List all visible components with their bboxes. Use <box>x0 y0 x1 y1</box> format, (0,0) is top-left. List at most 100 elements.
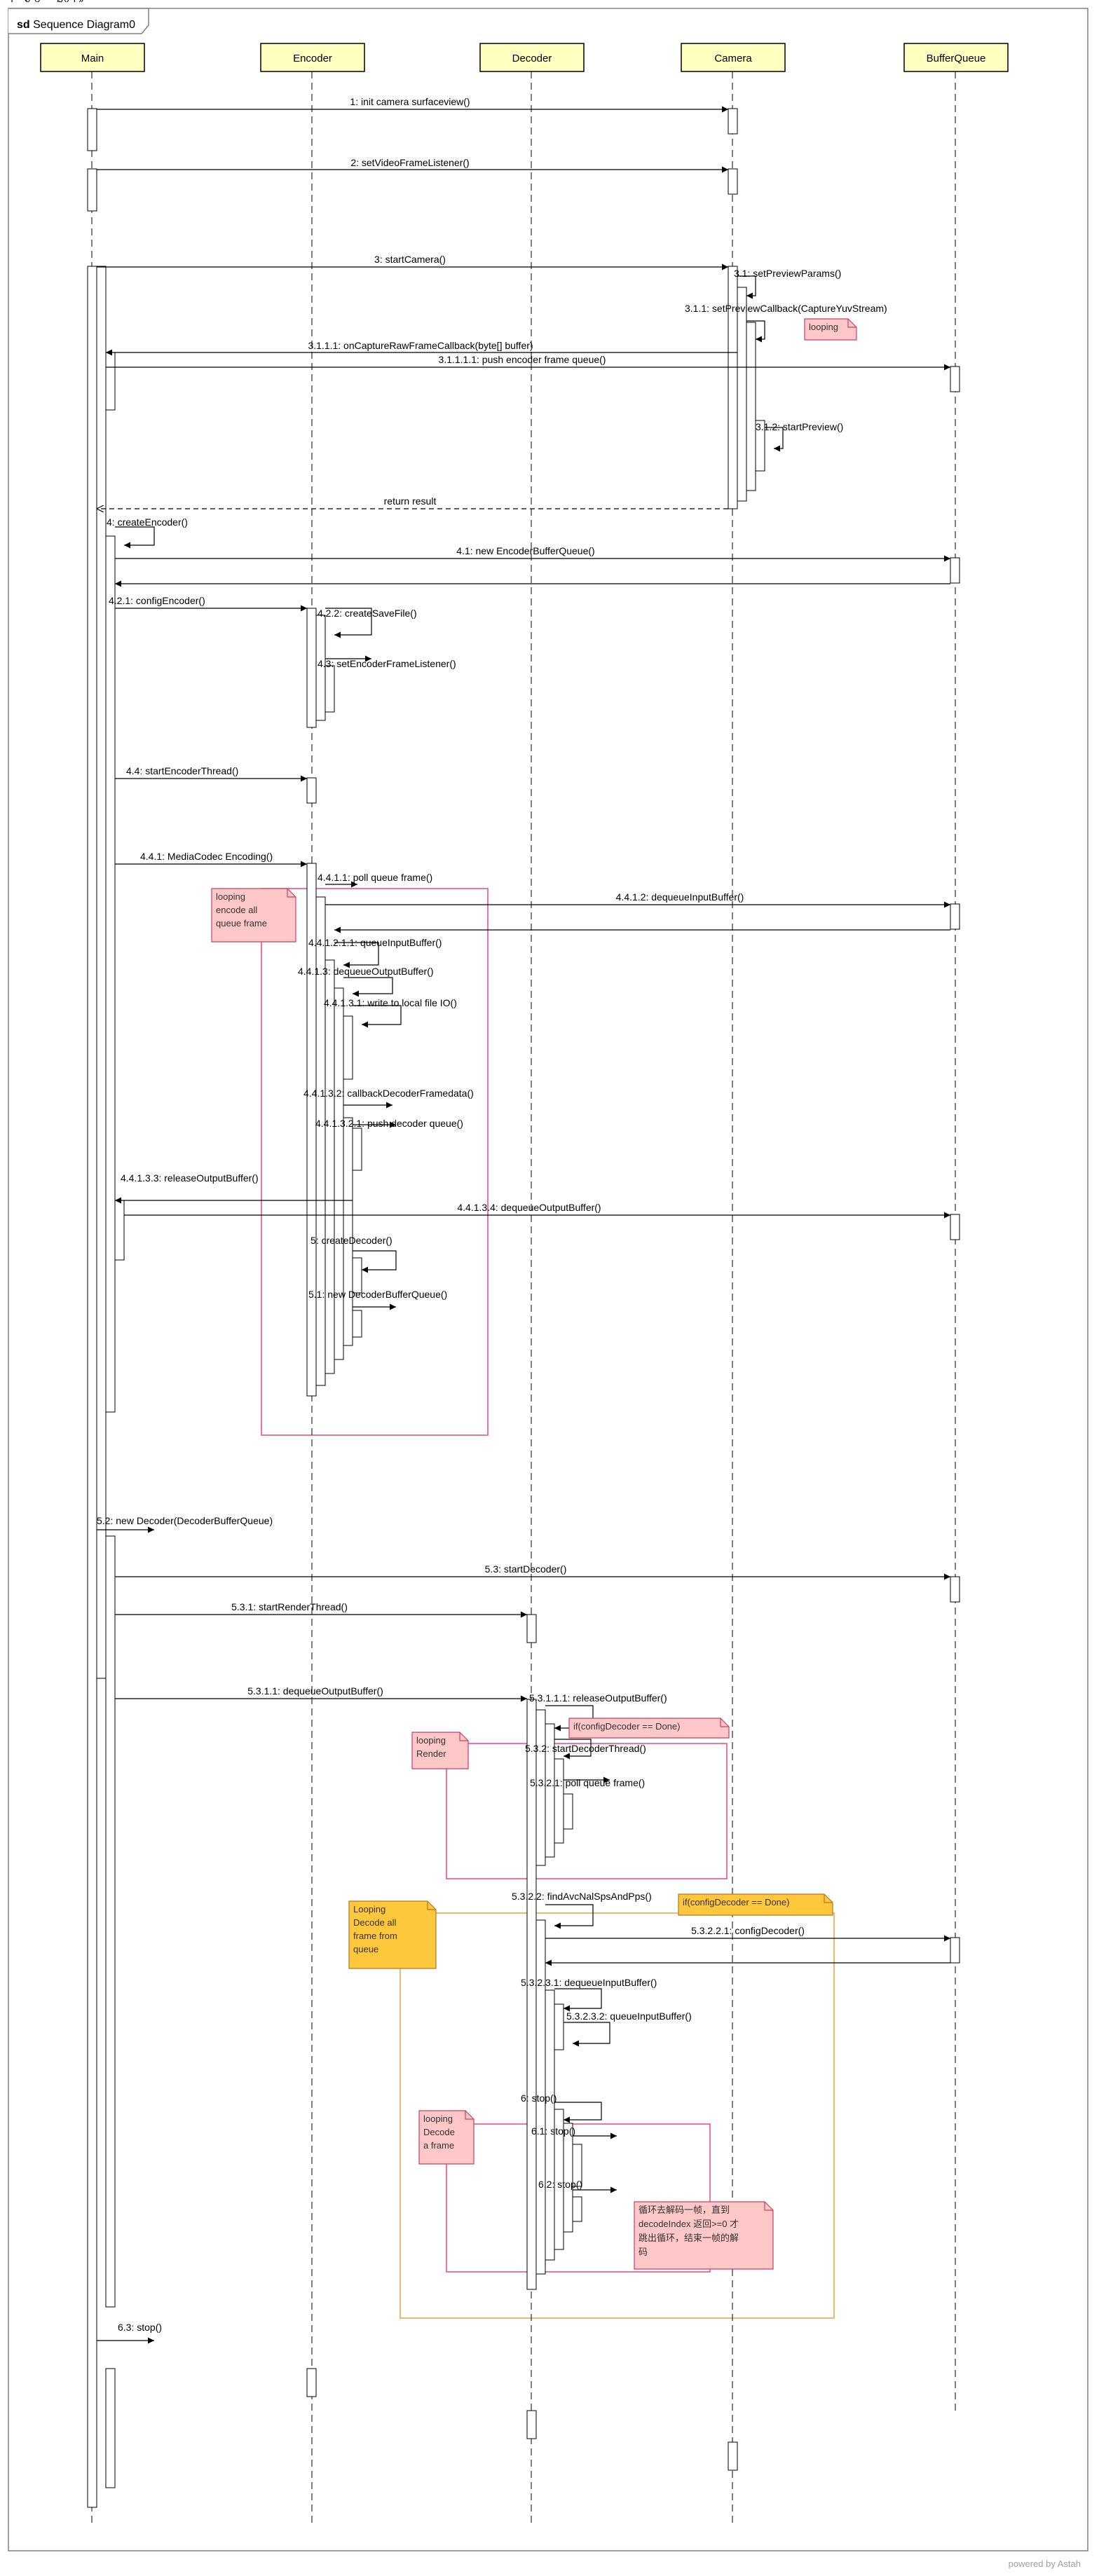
message-label: 5.3.2.2: findAvcNalSpsAndPps() <box>512 1891 652 1902</box>
note-text: frame from <box>353 1931 397 1941</box>
note-cn-comment: 循环去解码一帧，直到 decodeIndex 返回>=0 才跳出循环，结束一帧的解… <box>634 2201 774 2270</box>
message-label: 5.3.2.2.1: configDecoder() <box>691 1925 805 1936</box>
message-return: return result <box>97 495 728 509</box>
message-arrow <box>343 977 393 997</box>
lifeline-main-name: Main <box>81 53 104 64</box>
message-label: 5.3.2.3.1: dequeueInputBuffer() <box>521 1977 657 1988</box>
note-decode-all-loop: Looping Decode all frame from queue <box>348 1900 437 1969</box>
message-call: 4.3: setEncoderFrameListener() <box>318 655 456 669</box>
message-label: 3.1: setPreviewParams() <box>734 268 841 279</box>
message-label: 1: init camera surfaceview() <box>350 96 470 107</box>
message-arrow <box>564 2022 610 2047</box>
message-label: 5.3.2.3: MediaCodec decoding() <box>0 0 70 2</box>
message-label: 5.3.2.3.2: queueInputBuffer() <box>566 2010 692 2022</box>
message-call: 3.1.1.1.1: push encoder frame queue() <box>106 354 950 371</box>
lifeline-encoder-name: Encoder <box>293 53 332 64</box>
note-render-loop: looping Render <box>411 1732 469 1769</box>
message-label: 3: startCamera() <box>374 254 446 265</box>
activation-bar <box>950 366 960 392</box>
note-text: 循环去解码一帧，直到 <box>639 2205 730 2215</box>
message-label: 5.3.1: startRenderThread() <box>231 1601 348 1612</box>
activation-bar <box>306 608 317 728</box>
activation-bar <box>572 2196 582 2222</box>
activation-bar <box>352 1128 362 1171</box>
message-call: 6.1: stop() <box>531 2125 617 2139</box>
note-text: if(configDecoder == Done) <box>683 1897 789 1907</box>
message-self-call: 5.3.2.2.1: configDecoder() <box>545 1925 950 1942</box>
message-self-call: 3.1: setPreviewParams() <box>734 268 841 299</box>
message-label: 5.3: startDecoder() <box>485 1563 567 1575</box>
message-label: 4.4.1.1: poll queue frame() <box>318 872 432 883</box>
message-label: 4.4.1.2: dequeueInputBuffer() <box>616 891 744 903</box>
frame-keyword: sd <box>17 19 30 31</box>
message-label: 4.4.1.3.2.1: push decoder queue() <box>315 1118 463 1129</box>
lifelines: Main Encoder Decoder Camera BufferQueue <box>40 43 1009 2523</box>
note-text: encode all <box>216 905 257 915</box>
message-call: 4.4.1.1: poll queue frame() <box>318 872 432 888</box>
activation-bar <box>325 959 335 1374</box>
message-self-call: 4.4.1.2: dequeueInputBuffer() <box>325 891 950 908</box>
message-label: 5.2: new Decoder(DecoderBufferQueue) <box>97 1515 273 1526</box>
note-text: looping <box>423 2113 453 2124</box>
note-guard-render: if(configDecoder == Done) <box>568 1718 730 1739</box>
message-call: 4.1: new EncoderBufferQueue() <box>115 545 950 562</box>
activation-bar <box>114 1200 125 1261</box>
activation-bar <box>950 1576 960 1603</box>
activation-bar <box>325 665 335 713</box>
note-text: looping <box>416 1735 446 1746</box>
message-arrow <box>353 1005 402 1028</box>
message-self-call: 4.4.1: MediaCodec Encoding() <box>115 851 307 868</box>
message-self-call: 4.2.1: configEncoder() <box>109 595 307 612</box>
message-label: 4.4.1.3.1: write to local file IO() <box>324 997 457 1008</box>
message-call: 4.4: startEncoderThread() <box>115 765 307 782</box>
message-label: 4.4.1: MediaCodec Encoding() <box>140 851 273 862</box>
activation-bar <box>728 108 738 135</box>
note-text: looping <box>216 891 245 902</box>
note-text: Decode <box>423 2127 455 2137</box>
message-label: 3.1.2: startPreview() <box>756 421 843 432</box>
message-call: 6.2: stop() <box>538 2179 617 2193</box>
lifeline-camera-name: Camera <box>714 53 752 64</box>
activation-bar <box>343 1117 353 1346</box>
note-text: 跳出循环，结束一帧的解 <box>639 2233 739 2243</box>
activation-bar <box>105 1535 116 2308</box>
message-call: 5.3: startDecoder() <box>115 1563 950 1580</box>
activation-bar <box>105 535 116 1413</box>
message-self-call: 3.1.2: startPreview() <box>756 421 843 452</box>
message-label: 4.2.2: createSaveFile() <box>318 608 417 619</box>
activation-bar <box>728 168 738 195</box>
message-label: 4.4.1.3.3: releaseOutputBuffer() <box>121 1172 259 1184</box>
message-self-call: 4.4.1.2.1: inputBuffer.put().(yuv420sp) <box>0 0 950 933</box>
message-call: 2: setVideoFrameListener() <box>97 157 728 173</box>
note-looping-camera: looping <box>804 318 857 341</box>
message-label: 4.4.1.3.2: callbackDecoderFramedata() <box>303 1088 474 1099</box>
message-call: 4.2: new Encoder(BufferQueue queue) <box>0 0 950 587</box>
message-label: 4: createEncoder() <box>107 516 188 528</box>
activation-bar <box>343 1015 353 1080</box>
message-label: 6: stop() <box>521 2092 557 2104</box>
message-label: 4.4.1.3: dequeueOutputBuffer() <box>298 966 434 977</box>
message-label: 3.1.1.1: onCaptureRawFrameCallback(byte[… <box>308 340 533 351</box>
activation-bar <box>728 2441 738 2471</box>
message-label: 4.2.1: configEncoder() <box>109 595 205 606</box>
activation-bars <box>87 108 960 2508</box>
activation-bar <box>306 2368 317 2397</box>
render-loop-region <box>446 1743 728 1879</box>
note-text: Looping <box>353 1904 385 1914</box>
frame-title-text: Sequence Diagram0 <box>33 19 135 31</box>
note-encode-loop: looping encode all queue frame <box>211 888 296 943</box>
message-call: 6.3: stop() <box>97 2322 162 2344</box>
note-decode-frame-loop: looping Decode a frame <box>418 2110 475 2165</box>
note-text: looping <box>809 322 838 332</box>
note-guard-decode: if(configDecoder == Done) <box>678 1893 833 1916</box>
note-text: Render <box>416 1748 446 1759</box>
activation-bar <box>563 2123 573 2233</box>
activation-bar <box>105 2368 116 2488</box>
message-label: 5.3.1.1.1: releaseOutputBuffer() <box>529 1692 667 1704</box>
message-label: return result <box>384 495 437 507</box>
activation-bar <box>105 352 116 411</box>
note-text: 码 <box>639 2247 648 2257</box>
message-label: 2: setVideoFrameListener() <box>350 157 469 168</box>
activation-bar <box>737 287 747 502</box>
message-call: 3.1.1.1: onCaptureRawFrameCallback(byte[… <box>106 340 737 356</box>
